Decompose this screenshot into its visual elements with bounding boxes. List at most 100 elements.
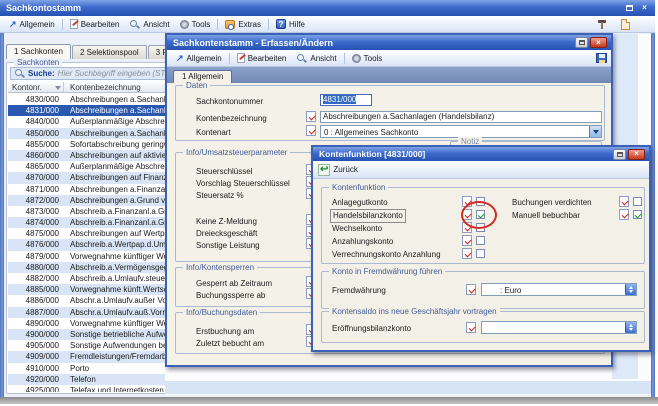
menu-allgemein[interactable]: ↗ Allgemein	[4, 17, 60, 32]
edit-window-title: Sachkontenstamm - Erfassen/Ändern	[173, 38, 333, 48]
menu-allgemein[interactable]: ↗ Allgemein	[171, 51, 227, 66]
cell-kontonr: 4910/000	[8, 363, 64, 374]
field-label: Eröffnungsbilanzkonto	[332, 323, 411, 335]
spinner-button[interactable]	[625, 284, 636, 295]
cell-kontonr: 4887/000	[8, 307, 64, 318]
content-band-bottom	[165, 381, 651, 394]
group-daten: Daten Sachkontonummer 4831/000 Kontenbez…	[175, 85, 605, 141]
function-label: Verrechnungskonto Anzahlung	[332, 249, 441, 261]
function-row: Buchungen verdichten	[512, 196, 644, 209]
checkbox[interactable]	[633, 210, 642, 219]
window-bottom-shadow	[0, 397, 658, 404]
checkmark-button[interactable]	[306, 111, 316, 122]
checkmark-button[interactable]	[619, 196, 629, 207]
menu-tools[interactable]: Tools	[175, 17, 216, 32]
cell-kontenbezeichnung: Telefax und Internetkosten	[64, 385, 164, 392]
edit-page-icon	[70, 19, 78, 29]
field-label: Sachkontonummer	[196, 96, 263, 107]
close-icon[interactable]: ×	[590, 37, 607, 48]
checkmark-button[interactable]	[466, 322, 476, 333]
main-titlebar[interactable]: Sachkontostamm ×	[0, 0, 655, 16]
checkmark-button[interactable]	[462, 235, 472, 246]
cell-kontonr: 4876/000	[8, 239, 64, 250]
arrow-up-right-icon: ↗	[176, 53, 184, 64]
cell-kontonr: 4830/000	[8, 94, 64, 105]
new-document-icon	[621, 19, 630, 30]
field-label: Buchungssperre ab	[196, 290, 265, 301]
checkmark-button[interactable]	[462, 248, 472, 259]
field-label: Zuletzt bebucht am	[196, 338, 264, 349]
checkmark-button[interactable]	[306, 125, 316, 136]
tab-sachkonten[interactable]: 1 Sachkonten	[6, 44, 71, 59]
fremdwaehrung-dropdown[interactable]: : Euro	[481, 283, 637, 296]
group-label: Kontensaldo ins neue Geschäftsjahr vortr…	[329, 307, 500, 316]
restore-button[interactable]	[575, 37, 588, 48]
search-icon	[14, 68, 25, 79]
checkmark-button[interactable]	[619, 209, 629, 220]
chevron-down-icon[interactable]	[589, 126, 601, 137]
col-kontonr[interactable]: Kontonr.	[8, 82, 64, 92]
kontenfunktion-window: Kontenfunktion [4831/000] × ↩ Zurück Kon…	[311, 145, 651, 352]
field-label: Vorschlag Steuerschlüssel	[196, 178, 290, 189]
checkbox[interactable]	[633, 197, 642, 206]
dropdown-value: : Euro	[500, 285, 521, 296]
cell-kontonr: 4855/000	[8, 139, 64, 150]
kontenfunktion-titlebar[interactable]: Kontenfunktion [4831/000] ×	[313, 147, 649, 161]
field-label: Erstbuchung am	[196, 326, 254, 337]
restore-button[interactable]	[623, 3, 636, 14]
search-label: Suche:	[28, 69, 55, 78]
cell-kontonr: 4909/000	[8, 351, 64, 362]
sort-descending-icon	[55, 86, 61, 90]
back-button[interactable]: Zurück	[333, 165, 357, 174]
tab-selektionspool[interactable]: 2 Selektionspool	[72, 45, 147, 59]
menu-ansicht[interactable]: Ansicht	[291, 51, 341, 66]
menu-extras[interactable]: Extras	[220, 17, 266, 32]
checkmark-button[interactable]	[466, 284, 476, 295]
checkbox[interactable]	[476, 236, 485, 245]
hammer-toolbar-button[interactable]	[592, 17, 612, 32]
cell-kontonr: 4925/000	[8, 385, 64, 392]
function-label: Anzahlungskonto	[332, 236, 393, 248]
menu-separator	[217, 19, 218, 30]
cell-kontonr: 4871/000	[8, 184, 64, 195]
restore-button[interactable]	[613, 149, 626, 160]
field-label: Kontenbezeichnung	[196, 113, 267, 124]
close-icon[interactable]: ×	[638, 3, 651, 14]
menu-bearbeiten[interactable]: Bearbeiten	[65, 17, 125, 32]
cell-kontenbezeichnung: Telefon	[64, 374, 96, 385]
field-label: Steuerschlüssel	[196, 166, 252, 177]
new-document-button[interactable]	[616, 17, 635, 32]
field-label: Dreiecksgeschäft	[196, 228, 257, 239]
menu-separator	[268, 19, 269, 30]
menu-label: Bearbeiten	[81, 20, 120, 29]
group-label: Kontenfunktion	[329, 183, 388, 192]
save-button[interactable]	[591, 51, 612, 66]
edit-titlebar[interactable]: Sachkontenstamm - Erfassen/Ändern ×	[167, 35, 611, 50]
menu-label: Tools	[192, 20, 211, 29]
dropdown-value: 0 : Allgemeines Sachkonto	[324, 127, 418, 138]
eroeffnungsbilanz-dropdown[interactable]	[481, 321, 637, 334]
cell-kontonr: 4860/000	[8, 150, 64, 161]
function-row: Manuell bebuchbar	[512, 209, 644, 222]
cell-kontonr: 4882/000	[8, 273, 64, 284]
menu-ansicht[interactable]: Ansicht	[124, 17, 174, 32]
edit-page-icon	[237, 53, 245, 63]
cell-kontonr: 4870/000	[8, 172, 64, 183]
cell-kontonr: 4886/000	[8, 295, 64, 306]
menu-bearbeiten[interactable]: Bearbeiten	[232, 51, 292, 66]
cell-kontonr: 4880/000	[8, 262, 64, 273]
field-label: Keine Z-Meldung	[196, 216, 257, 227]
red-circle-annotation	[461, 201, 497, 229]
menu-hilfe[interactable]: ? Hilfe	[271, 17, 310, 32]
checkbox[interactable]	[476, 249, 485, 258]
cell-kontonr: 4865/000	[8, 161, 64, 172]
input-sachkontonummer[interactable]: 4831/000	[320, 94, 372, 106]
main-window-title: Sachkontostamm	[6, 3, 81, 13]
spinner-button[interactable]	[625, 322, 636, 333]
field-kontenart: Kontenart 0 : Allgemeines Sachkonto	[176, 126, 604, 138]
close-icon[interactable]: ×	[628, 149, 645, 160]
input-kontenbezeichnung[interactable]: Abschreibungen a.Sachanlagen (Handelsbil…	[320, 111, 602, 123]
group-label: Info/Buchungsdaten	[183, 308, 260, 317]
help-icon: ?	[276, 19, 286, 29]
menu-tools[interactable]: Tools	[347, 51, 388, 66]
